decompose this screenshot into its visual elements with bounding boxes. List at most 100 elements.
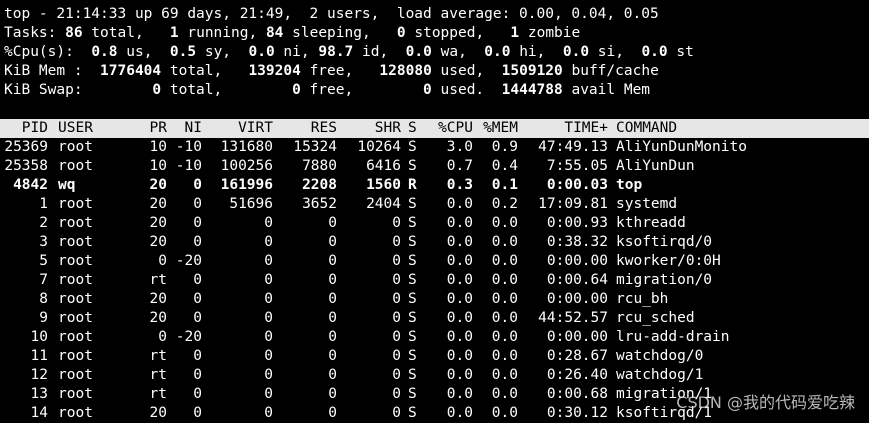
res-cell: 15324: [293, 139, 337, 155]
table-row: 3 root 20 0 0 0 0 S 0.0 0.0 0:38.32 ksoftirqd/0: [0, 233, 869, 252]
summary-label: KiB Swap:: [4, 82, 153, 98]
pid-cell: 13: [30, 386, 48, 402]
pid-cell: 2: [39, 215, 48, 231]
cpu-line: %Cpu(s): 0.8 us, 0.5 sy, 0.0 ni, 98.7 id…: [4, 43, 694, 62]
summary-label: si,: [589, 44, 642, 60]
pid-cell: 25358: [4, 158, 48, 174]
time-cell: 0:26.40: [546, 367, 608, 383]
time-cell: 0:00.03: [546, 177, 608, 193]
priority-cell: 20: [149, 291, 167, 307]
shr-cell: 6416: [366, 158, 401, 174]
pid-cell: 14: [30, 405, 48, 421]
user-cell: root: [58, 139, 93, 155]
res-cell: 0: [328, 272, 337, 288]
mem-cell: 0.0: [491, 310, 518, 326]
time-cell: 0:00.00: [546, 291, 608, 307]
shr-cell: 0: [392, 215, 401, 231]
cpu-cell: 0.3: [446, 177, 473, 193]
summary-label: running,: [178, 25, 266, 41]
table-row: 1 root 20 0 51696 3652 2404 S 0.0 0.2 17:09.81 syst…: [0, 195, 869, 214]
summary-value: 0.0: [405, 44, 432, 60]
pid-cell: 25369: [4, 139, 48, 155]
user-cell: root: [58, 310, 93, 326]
nice-cell: 0: [193, 234, 202, 250]
cpu-cell: 0.0: [446, 405, 473, 421]
virt-cell: 161996: [220, 177, 273, 193]
summary-value: 1509120: [501, 63, 563, 79]
summary-value: 0.0: [562, 44, 590, 60]
user-cell: root: [58, 158, 93, 174]
virt-cell: 0: [264, 405, 273, 421]
cpu-cell: 0.0: [446, 348, 473, 364]
mem-cell: 0.1: [491, 177, 518, 193]
time-cell: 0:00.00: [546, 329, 608, 345]
user-cell: root: [58, 291, 93, 307]
summary-label: id,: [353, 44, 406, 60]
virt-cell: 0: [264, 291, 273, 307]
column-header-res: RES: [310, 120, 337, 136]
priority-cell: rt: [149, 272, 167, 288]
summary-value: 0: [396, 25, 406, 41]
summary-label: Tasks:: [4, 25, 66, 41]
table-row: 4842 wq 20 0 161996 2208 1560 R 0.3 0.1 0:00.03 top: [0, 176, 869, 195]
table-row: 12 root rt 0 0 0 0 S 0.0 0.0 0:26.40 watchdog/1: [0, 366, 869, 385]
priority-cell: 10: [149, 139, 167, 155]
user-cell: root: [58, 234, 93, 250]
priority-cell: 20: [149, 177, 167, 193]
shr-cell: 0: [392, 291, 401, 307]
summary-label: st: [667, 44, 694, 60]
cpu-cell: 0.0: [446, 291, 473, 307]
res-cell: 2208: [302, 177, 337, 193]
command-cell: watchdog/0: [616, 348, 704, 364]
summary-value: 0: [292, 82, 301, 98]
priority-cell: 0: [158, 253, 167, 269]
table-row: 9 root 20 0 0 0 0 S 0.0 0.0 44:52.57 rcu_sched: [0, 309, 869, 328]
terminal-window[interactable]: top - 21:14:33 up 69 days, 21:49, 2 user…: [0, 0, 869, 423]
cpu-cell: 0.0: [446, 215, 473, 231]
summary-label: buff/cache: [562, 63, 659, 79]
priority-cell: 20: [149, 234, 167, 250]
command-cell: lru-add-drain: [616, 329, 730, 345]
shr-cell: 10264: [357, 139, 401, 155]
state-cell: S: [408, 253, 417, 269]
summary-label: free,: [300, 82, 424, 98]
shr-cell: 0: [392, 405, 401, 421]
virt-cell: 0: [264, 215, 273, 231]
state-cell: S: [408, 272, 417, 288]
summary-value: 1: [169, 25, 179, 41]
column-header-shr: SHR: [374, 120, 401, 136]
res-cell: 0: [328, 367, 337, 383]
state-cell: S: [408, 158, 417, 174]
command-cell: kworker/0:0H: [616, 253, 721, 269]
state-cell: S: [408, 310, 417, 326]
column-header-cpu: %CPU: [438, 120, 473, 136]
user-cell: root: [58, 348, 93, 364]
cpu-cell: 0.0: [446, 386, 473, 402]
shr-cell: 0: [392, 310, 401, 326]
time-cell: 0:38.32: [546, 234, 608, 250]
mem-cell: 0.2: [491, 196, 518, 212]
priority-cell: rt: [149, 367, 167, 383]
table-row: 25358 root 10 -10 100256 7880 6416 S 0.7 0.4 7:55.…: [0, 157, 869, 176]
summary-value: 0.0: [641, 44, 668, 60]
process-table-header: PID USER PR NI VIRT RES SHR S %CPU %MEM …: [0, 119, 869, 138]
nice-cell: 0: [193, 272, 202, 288]
column-header-state: S: [408, 120, 417, 136]
state-cell: S: [408, 234, 417, 250]
priority-cell: 20: [149, 405, 167, 421]
virt-cell: 51696: [229, 196, 273, 212]
nice-cell: 0: [193, 367, 202, 383]
shr-cell: 0: [392, 272, 401, 288]
cpu-cell: 0.0: [446, 234, 473, 250]
cpu-cell: 0.0: [446, 272, 473, 288]
time-cell: 0:28.67: [546, 348, 608, 364]
shr-cell: 0: [392, 348, 401, 364]
summary-value: 0: [423, 82, 432, 98]
res-cell: 0: [328, 215, 337, 231]
pid-cell: 11: [30, 348, 48, 364]
virt-cell: 0: [264, 348, 273, 364]
mem-cell: 0.0: [491, 215, 518, 231]
shr-cell: 0: [392, 253, 401, 269]
virt-cell: 0: [264, 310, 273, 326]
column-header-time: TIME+: [564, 120, 608, 136]
